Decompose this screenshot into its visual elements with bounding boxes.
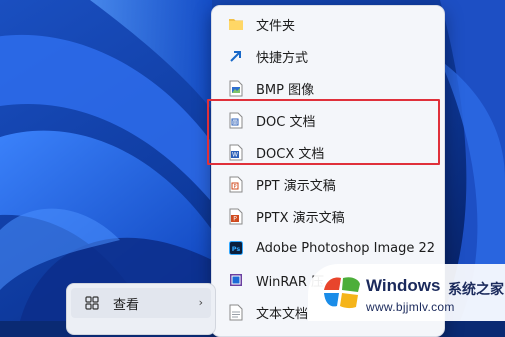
menu-item[interactable]: 文件夹 (218, 9, 438, 39)
menu-item-label: BMP 图像 (256, 82, 315, 98)
menu-item[interactable]: P PPT 演示文稿 (218, 169, 438, 199)
menu-item[interactable]: P PPTX 演示文稿 (218, 201, 438, 231)
menu-item-label: PPTX 演示文稿 (256, 210, 345, 226)
bmp-image-icon (228, 79, 244, 97)
menu-item-view[interactable]: 查看 › (71, 288, 211, 318)
shortcut-arrow-icon (228, 47, 244, 65)
view-grid-icon (85, 296, 99, 310)
svg-text:P: P (233, 184, 236, 190)
watermark-title: Windows (366, 276, 441, 295)
menu-item-label: 快捷方式 (256, 50, 309, 66)
menu-item[interactable]: 快捷方式 (218, 41, 438, 71)
pptx-icon: P (228, 207, 244, 225)
photoshop-icon: Ps (228, 239, 244, 257)
folder-icon (228, 15, 244, 33)
highlight-box-doc-items (207, 99, 440, 165)
svg-text:Ps: Ps (232, 245, 241, 253)
watermark-url: www.bjjmlv.com (366, 300, 455, 314)
menu-item-label: Adobe Photoshop Image 22 (256, 240, 436, 256)
ppt-icon: P (228, 175, 244, 193)
chevron-right-icon: › (198, 296, 203, 309)
text-document-icon (228, 303, 244, 321)
menu-item-label: 文件夹 (256, 18, 296, 34)
context-menu: 查看 › (66, 283, 216, 335)
menu-item-label: PPT 演示文稿 (256, 178, 336, 194)
windows-logo-icon (324, 277, 360, 309)
menu-item-label: 文本文档 (256, 306, 309, 322)
menu-item-label: 查看 (113, 297, 140, 313)
winrar-icon (228, 271, 244, 289)
watermark: Windows 系统之家 www.bjjmlv.com (308, 264, 505, 321)
watermark-subtitle: 系统之家 (448, 282, 504, 298)
menu-item[interactable]: Ps Adobe Photoshop Image 22 (218, 233, 438, 263)
svg-text:P: P (233, 215, 237, 222)
